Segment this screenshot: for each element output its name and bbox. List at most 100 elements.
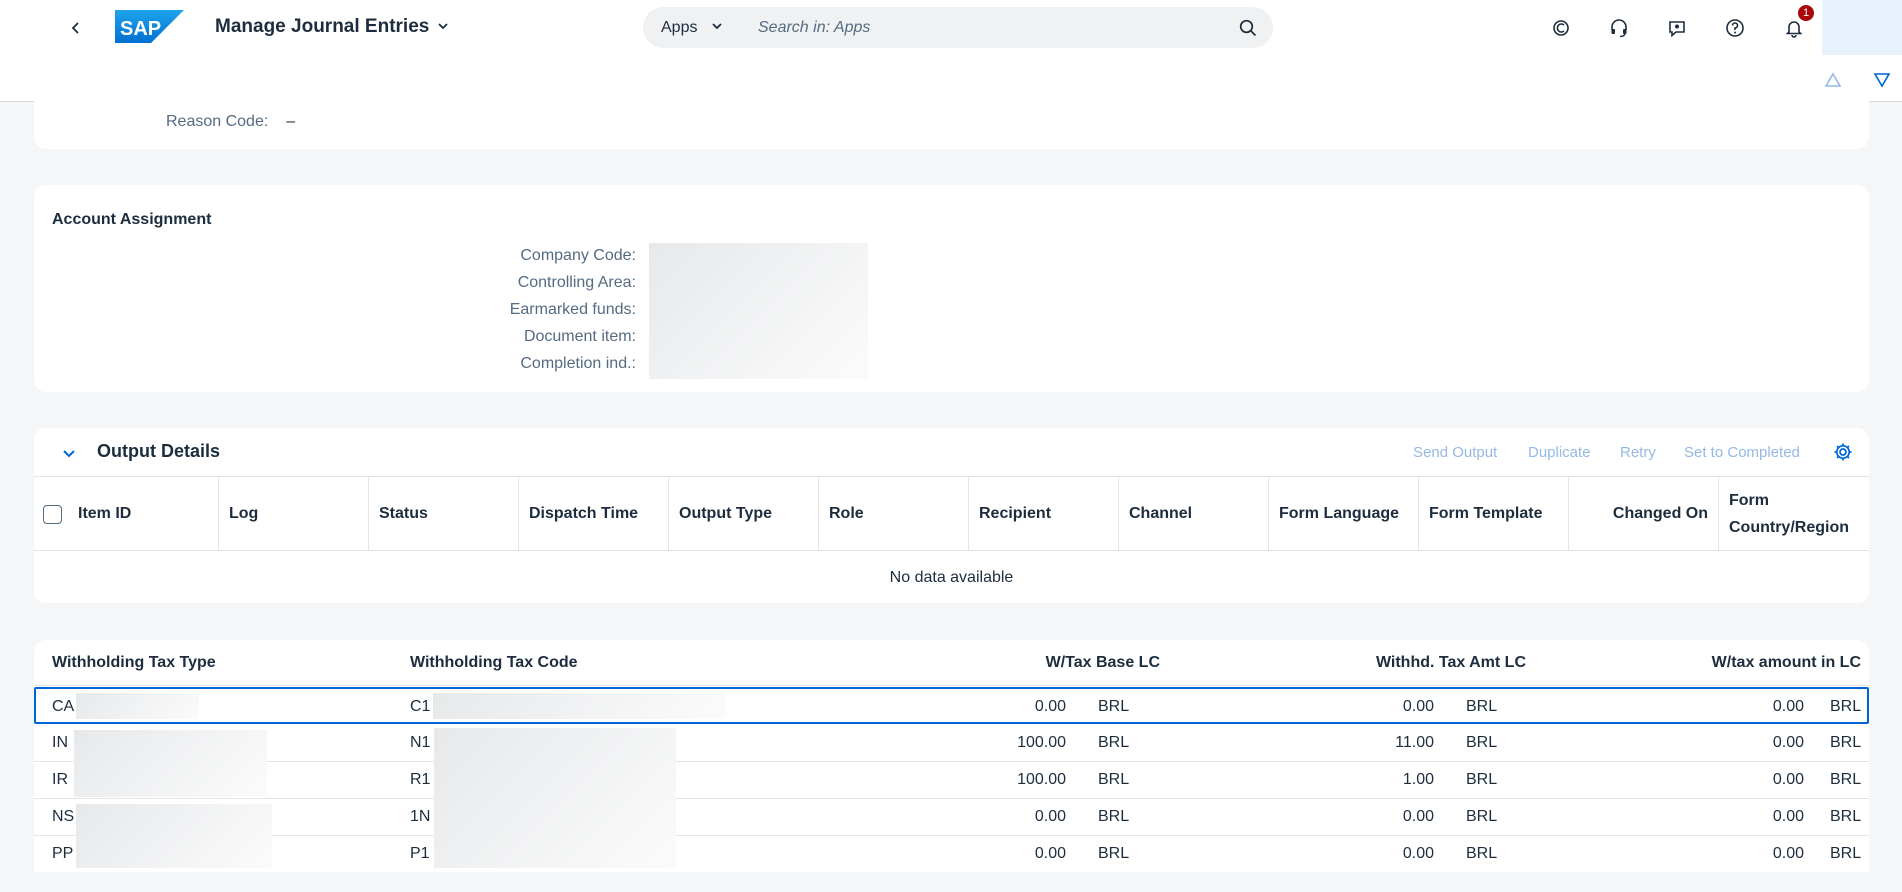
search-input[interactable] [748,7,1223,48]
chevron-down-icon[interactable] [58,442,80,464]
back-icon[interactable] [62,14,90,42]
reason-code-value: – [286,113,296,130]
set-to-completed-button[interactable]: Set to Completed [1684,444,1800,461]
bell-icon[interactable]: 1 [1780,4,1815,42]
app-title: Manage Journal Entries [215,16,430,37]
wtax-type-cell: IN [52,734,68,751]
redacted-text [434,728,676,868]
column-channel[interactable]: Channel [1118,477,1268,551]
currency-cell: BRL [1466,808,1498,825]
app-title-menu[interactable]: Manage Journal Entries [215,14,449,40]
redacted-text [433,693,725,719]
currency-cell: BRL [1830,808,1862,825]
general-info-card: Reason Code: – [34,96,1869,149]
chevron-down-icon [711,19,723,37]
no-data-message: No data available [34,552,1869,603]
feedback-icon[interactable] [1663,14,1691,42]
output-table-header: Item ID Log Status Dispatch Time Output … [34,477,1869,551]
earmarked-funds-label: Earmarked funds: [509,301,636,318]
column-wtax-lc[interactable]: W/tax amount in LC [1561,654,1861,672]
currency-cell: BRL [1098,771,1130,788]
wtax-lc-cell: 0.00 [1772,734,1804,751]
wtax-base-cell: 0.00 [1034,845,1066,862]
column-output-type[interactable]: Output Type [668,477,818,551]
output-details-toolbar: Output Details Send Output Duplicate Ret… [34,428,1869,477]
send-output-button[interactable]: Send Output [1413,444,1497,461]
svg-text:SAP: SAP [120,18,161,40]
wtax-code-cell: 1N [410,808,431,825]
wtax-base-cell: 0.00 [1034,808,1066,825]
output-details-card: Output Details Send Output Duplicate Ret… [34,428,1869,603]
column-wtax-base[interactable]: W/Tax Base LC [914,654,1160,672]
column-changed-on[interactable]: Changed On [1568,477,1718,551]
wtax-amt-cell: 0.00 [1402,845,1434,862]
account-assignment-title: Account Assignment [52,211,212,228]
column-recipient[interactable]: Recipient [968,477,1118,551]
search-scope-label: Apps [661,18,698,36]
table-row[interactable]: CA C1 0.00 BRL 0.00 BRL 0.00 BRL [34,687,1869,724]
wtax-base-cell: 0.00 [1034,698,1066,715]
wtax-code-cell: C1 [410,698,431,715]
joule-icon[interactable] [1547,14,1575,42]
sap-logo[interactable]: SAP [115,10,184,43]
currency-cell: BRL [1830,771,1862,788]
wtax-amt-cell: 0.00 [1402,808,1434,825]
column-item-id[interactable]: Item ID [68,477,218,551]
wtax-type-cell: NS [52,808,75,825]
currency-cell: BRL [1466,845,1498,862]
wtax-type-cell: IR [52,771,68,788]
currency-cell: BRL [1466,698,1498,715]
output-details-title: Output Details [97,441,221,461]
search-scope-select[interactable]: Apps [643,19,748,37]
column-wtax-code[interactable]: Withholding Tax Code [410,654,578,672]
retry-button[interactable]: Retry [1620,444,1656,461]
duplicate-button[interactable]: Duplicate [1528,444,1591,461]
notification-badge: 1 [1797,4,1815,22]
wtax-base-cell: 100.00 [1017,771,1066,788]
controlling-area-label: Controlling Area: [517,274,636,291]
company-code-label: Company Code: [520,247,636,264]
currency-cell: BRL [1098,808,1130,825]
expand-header-icon[interactable] [1871,69,1893,91]
currency-cell: BRL [1098,734,1130,751]
redacted-text [76,804,272,868]
column-form-language[interactable]: Form Language [1268,477,1418,551]
column-dispatch-time[interactable]: Dispatch Time [518,477,668,551]
currency-cell: BRL [1830,734,1862,751]
column-status[interactable]: Status [368,477,518,551]
column-log[interactable]: Log [218,477,368,551]
wtax-lc-cell: 0.00 [1772,845,1804,862]
wtax-lc-cell: 0.00 [1772,698,1804,715]
wtax-code-cell: R1 [410,771,431,788]
select-all-checkbox[interactable] [43,505,62,524]
reason-code-field: Reason Code: – [166,113,295,131]
column-role[interactable]: Role [818,477,968,551]
wtax-amt-cell: 0.00 [1402,698,1434,715]
avatar[interactable] [1822,0,1902,55]
redacted-values [649,243,868,379]
table-row[interactable]: IN N1 100.00 BRL 11.00 BRL 0.00 BRL [34,725,1869,762]
wtax-lc-cell: 0.00 [1772,771,1804,788]
document-item-label: Document item: [523,328,636,345]
redacted-text [76,693,199,719]
currency-cell: BRL [1098,698,1130,715]
currency-cell: BRL [1466,734,1498,751]
help-icon[interactable] [1721,14,1749,42]
table-row[interactable]: PP P1 0.00 BRL 0.00 BRL 0.00 BRL [34,836,1869,872]
search-bar: Apps [643,7,1273,48]
withholding-tax-header: Withholding Tax Type Withholding Tax Cod… [34,640,1869,686]
search-icon[interactable] [1223,7,1273,48]
collapse-header-icon[interactable] [1822,69,1844,91]
gear-icon[interactable] [1831,440,1855,464]
currency-cell: BRL [1830,698,1862,715]
column-form-template[interactable]: Form Template [1418,477,1568,551]
currency-cell: BRL [1466,771,1498,788]
currency-cell: BRL [1098,845,1130,862]
wtax-type-cell: PP [52,845,74,862]
table-row[interactable]: IR R1 100.00 BRL 1.00 BRL 0.00 BRL [34,762,1869,799]
column-wtax-amt[interactable]: Withhd. Tax Amt LC [1234,654,1526,672]
headset-icon[interactable] [1605,14,1633,42]
column-wtax-type[interactable]: Withholding Tax Type [52,654,216,672]
column-form-country-region[interactable]: Form Country/Region [1718,477,1869,551]
table-row[interactable]: NS 1N 0.00 BRL 0.00 BRL 0.00 BRL [34,799,1869,836]
